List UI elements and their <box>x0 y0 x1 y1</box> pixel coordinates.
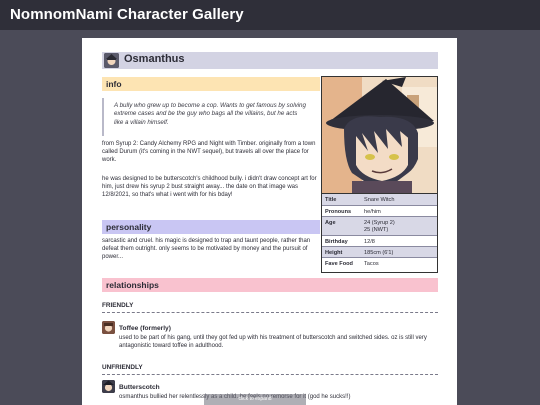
stat-key: Height <box>325 249 343 256</box>
character-portrait[interactable] <box>321 76 438 194</box>
relationship-name-toffee[interactable]: Toffee (formerly) <box>119 325 171 332</box>
site-title[interactable]: NomnomNami Character Gallery <box>10 6 244 23</box>
stat-row-title: Title Snare Witch <box>322 194 437 205</box>
stat-key: Fave Food <box>325 260 353 267</box>
personality-text: sarcastic and cruel. his magic is design… <box>102 238 311 261</box>
info-paragraph-origin: from Syrup 2: Candy Alchemy RPG and Nigh… <box>102 141 316 164</box>
relationship-desc-toffee: used to be part of his gang, until they … <box>119 335 427 349</box>
toffee-avatar[interactable] <box>102 321 115 334</box>
section-info-header: info <box>102 77 320 91</box>
stat-key: Age <box>325 219 336 226</box>
avatar <box>104 53 119 68</box>
character-header: Osmanthus <box>102 52 438 69</box>
info-paragraph-design: he was designed to be butterscotch's chi… <box>102 176 317 199</box>
stat-key: Birthday <box>325 238 348 245</box>
portrait-illustration <box>322 77 437 193</box>
stat-value-line: 24 (Syrup 2) <box>364 219 395 226</box>
stat-row-height: Height 185cm (6'1) <box>322 246 437 257</box>
character-page: Osmanthus info A bully who grew up to be… <box>82 38 457 405</box>
section-personality-header: personality <box>102 220 320 234</box>
stat-value: 12/8 <box>364 238 375 245</box>
character-quote: A bully who grew up to become a cop. Wan… <box>102 98 312 136</box>
stat-row-birthday: Birthday 12/8 <box>322 235 437 246</box>
stat-row-age: Age 24 (Syrup 2) 25 (NWT) <box>322 216 437 235</box>
stat-key: Pronouns <box>325 208 352 215</box>
stat-value: Tacos <box>364 260 379 267</box>
expand-tooltip: click to expand <box>204 394 306 405</box>
relationship-name-butterscotch[interactable]: Butterscotch <box>119 384 160 391</box>
stat-row-fave-food: Fave Food Tacos <box>322 257 437 268</box>
stat-value-line: 25 (NWT) <box>364 226 389 233</box>
character-name: Osmanthus <box>124 53 185 65</box>
stat-value: 185cm (6'1) <box>364 249 394 256</box>
top-bar: NomnomNami Character Gallery <box>0 0 540 30</box>
character-stats-table: Title Snare Witch Pronouns he/him Age 24… <box>321 194 438 273</box>
friendly-heading: FRIENDLY <box>102 302 438 313</box>
butterscotch-avatar[interactable] <box>102 380 115 393</box>
unfriendly-heading: UNFRIENDLY <box>102 364 438 375</box>
stat-value: Snare Witch <box>364 196 395 203</box>
stat-value: 24 (Syrup 2) 25 (NWT) <box>364 220 395 234</box>
section-relationships-header: relationships <box>102 278 438 292</box>
stat-key: Title <box>325 196 337 203</box>
stat-row-pronouns: Pronouns he/him <box>322 205 437 216</box>
stat-value: he/him <box>364 208 381 215</box>
